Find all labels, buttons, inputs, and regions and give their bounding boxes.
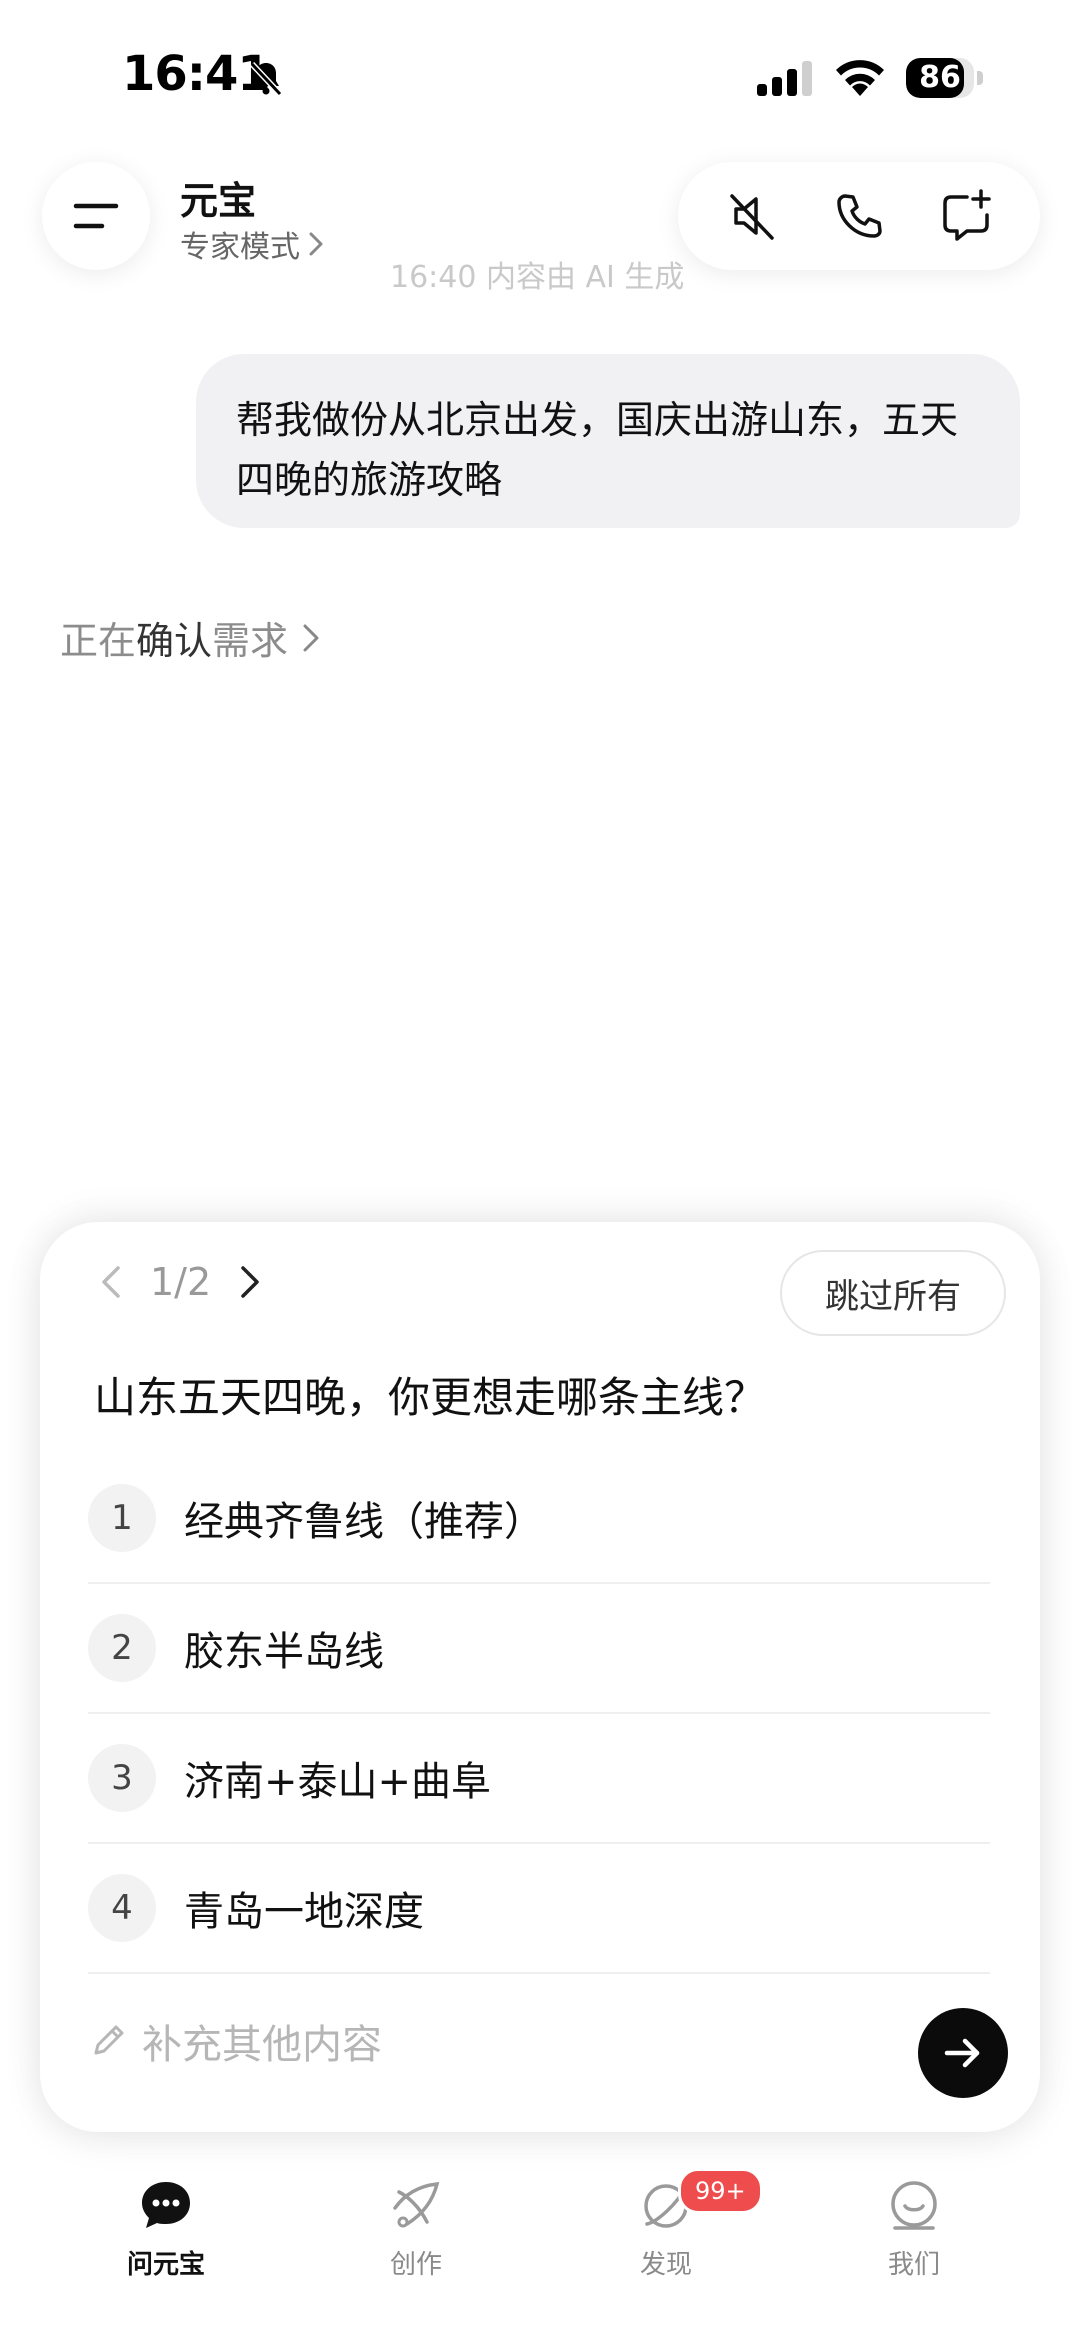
option-item[interactable]: 1 经典齐鲁线（推荐） [88, 1454, 990, 1584]
supplement-placeholder: 补充其他内容 [142, 2022, 382, 2068]
question-text: 山东五天四晚，你更想走哪条主线？ [94, 1373, 767, 1422]
question-pager: 1/2 [100, 1260, 261, 1304]
option-label: 经典齐鲁线（推荐） [184, 1499, 544, 1545]
send-button[interactable] [918, 2008, 1008, 2098]
cellular-signal-icon [757, 60, 817, 100]
speaker-mute-button[interactable] [712, 176, 792, 256]
battery-percent: 86 [919, 60, 961, 95]
option-label: 胶东半岛线 [184, 1629, 384, 1675]
assistant-title: 元宝 [180, 179, 257, 223]
option-item[interactable]: 2 胶东半岛线 [88, 1584, 990, 1714]
mode-selector[interactable]: 专家模式 [180, 222, 324, 266]
user-message-bubble: 帮我做份从北京出发，国庆出游山东，五天四晚的旅游攻略 [196, 354, 1020, 528]
mode-label: 专家模式 [180, 230, 300, 265]
phone-icon [837, 194, 882, 238]
tab-label: 发现 [639, 2250, 692, 2280]
option-number: 2 [88, 1614, 156, 1682]
confirming-needs-link[interactable]: 正在确认需求 [60, 610, 320, 665]
menu-button[interactable] [42, 162, 150, 270]
chat-bubble-icon [142, 2182, 190, 2228]
chevron-right-icon [309, 232, 323, 256]
pager-count: 1/2 [150, 1260, 212, 1304]
option-label: 济南+泰山+曲阜 [184, 1759, 492, 1805]
wifi-icon [832, 56, 888, 98]
tab-label: 创作 [389, 2250, 442, 2280]
next-question-icon[interactable] [239, 1264, 261, 1300]
option-number: 1 [88, 1484, 156, 1552]
option-item[interactable]: 3 济南+泰山+曲阜 [88, 1714, 990, 1844]
battery-indicator: 86 [906, 58, 984, 98]
tab-discover[interactable]: 99+ 发现 [586, 2168, 763, 2281]
speaker-mute-icon [729, 194, 774, 240]
voice-call-button[interactable] [819, 176, 899, 256]
prev-question-icon[interactable] [100, 1264, 122, 1300]
notification-badge: 99+ [678, 2168, 763, 2214]
bell-mute-icon [246, 58, 286, 98]
new-chat-button[interactable] [926, 176, 1006, 256]
tab-label: 问元宝 [126, 2250, 205, 2280]
pencil-icon [94, 2025, 124, 2055]
create-sparkle-icon [393, 2181, 440, 2228]
tab-create[interactable]: 创作 [336, 2178, 496, 2281]
option-item[interactable]: 4 青岛一地深度 [88, 1844, 990, 1974]
skip-all-button[interactable]: 跳过所有 [780, 1250, 1006, 1336]
tab-ask-yuanbao[interactable]: 问元宝 [86, 2178, 246, 2281]
option-number: 4 [88, 1874, 156, 1942]
tab-us[interactable]: 我们 [834, 2178, 994, 2281]
ai-generated-note: 16:40 内容由 AI 生成 [390, 260, 685, 295]
profile-smile-icon [891, 2181, 937, 2230]
new-chat-icon [943, 189, 992, 241]
question-card: 1/2 跳过所有 山东五天四晚，你更想走哪条主线？ 1 经典齐鲁线（推荐） 2 … [40, 1222, 1040, 2132]
arrow-right-icon [944, 2038, 980, 2068]
option-label: 青岛一地深度 [184, 1889, 424, 1935]
tab-label: 我们 [887, 2250, 940, 2280]
header-actions [678, 162, 1040, 270]
status-text: 正在确认需求 [60, 619, 289, 663]
menu-icon [73, 203, 119, 229]
option-number: 3 [88, 1744, 156, 1812]
chevron-right-icon [303, 624, 319, 651]
supplement-input[interactable]: 补充其他内容 [88, 2012, 382, 2070]
